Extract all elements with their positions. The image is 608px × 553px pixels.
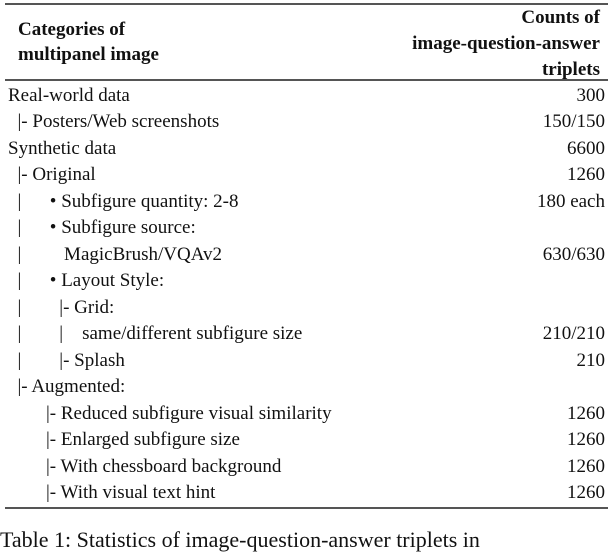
- row-category: | • Subfigure quantity: 2-8: [8, 190, 239, 212]
- row-category: Synthetic data: [8, 137, 117, 159]
- row-category: |- With chessboard background: [8, 455, 282, 477]
- row-count: 6600: [567, 137, 605, 159]
- table-row: | • Subfigure source:: [5, 215, 608, 242]
- row-category: | | same/different subfigure size: [8, 323, 303, 344]
- row-category: |- Original: [8, 164, 96, 185]
- table-row: |- Enlarged subfigure size 1260: [5, 427, 608, 454]
- row-category: |- Augmented:: [8, 376, 126, 397]
- row-category: | |- Grid:: [8, 296, 115, 318]
- table-row: | | same/different subfigure size 210/210: [5, 321, 608, 348]
- table-row: Real-world data 300: [5, 83, 608, 110]
- row-category: |- Reduced subfigure visual similarity: [8, 402, 332, 424]
- table-row: |- With visual text hint 1260: [5, 480, 608, 507]
- row-count: 150/150: [542, 111, 605, 132]
- header-categories-line2: multipanel image: [18, 44, 159, 65]
- table-row: | |- Grid:: [5, 295, 608, 322]
- row-category: | • Subfigure source:: [8, 217, 196, 238]
- row-category: |- With visual text hint: [8, 482, 216, 503]
- row-count: 210: [576, 349, 606, 371]
- table-row: |- With chessboard background 1260: [5, 454, 608, 481]
- table-row: |- Posters/Web screenshots 150/150: [5, 109, 608, 136]
- row-category: | MagicBrush/VQAv2: [8, 243, 223, 265]
- row-category: |- Enlarged subfigure size: [8, 429, 240, 450]
- row-count: 1260: [567, 455, 605, 477]
- row-count: 1260: [567, 164, 605, 185]
- row-count: 300: [576, 84, 606, 106]
- table-row: |- Augmented:: [5, 374, 608, 401]
- row-count: 1260: [567, 429, 605, 450]
- header-categories-line1: Categories of: [18, 19, 126, 40]
- table-body: Real-world data 300 |- Posters/Web screen…: [5, 81, 608, 507]
- table-row: |- Reduced subfigure visual similarity 12…: [5, 401, 608, 428]
- row-category: Real-world data: [8, 84, 130, 106]
- row-count: 1260: [567, 482, 605, 503]
- header-counts-line3: triplets: [541, 59, 600, 80]
- header-categories: Categories of multipanel image: [18, 17, 159, 67]
- table-row: Synthetic data 6600: [5, 136, 608, 163]
- bottom-rule: [5, 506, 608, 509]
- row-category: | |- Splash: [8, 349, 125, 371]
- row-count: 210/210: [542, 323, 605, 344]
- table-row: | • Layout Style:: [5, 268, 608, 295]
- row-count: 1260: [567, 402, 605, 424]
- header-counts: Counts of image-question-answer triplets: [412, 5, 600, 83]
- row-category: |- Posters/Web screenshots: [8, 111, 220, 132]
- table-header: Categories of multipanel image Counts of…: [5, 5, 608, 80]
- table-row: | • Subfigure quantity: 2-8 180 each: [5, 189, 608, 216]
- header-counts-line1: Counts of: [521, 7, 600, 28]
- row-count: 180 each: [536, 190, 605, 212]
- table-row: | MagicBrush/VQAv2 630/630: [5, 242, 608, 269]
- header-counts-line2: image-question-answer: [412, 33, 600, 54]
- table-row: |- Original 1260: [5, 162, 608, 189]
- table-row: | |- Splash 210: [5, 348, 608, 375]
- row-count: 630/630: [542, 243, 605, 265]
- table-caption: Table 1: Statistics of image-question-an…: [0, 527, 480, 552]
- row-category: | • Layout Style:: [8, 270, 165, 291]
- statistics-table: Categories of multipanel image Counts of…: [5, 3, 608, 509]
